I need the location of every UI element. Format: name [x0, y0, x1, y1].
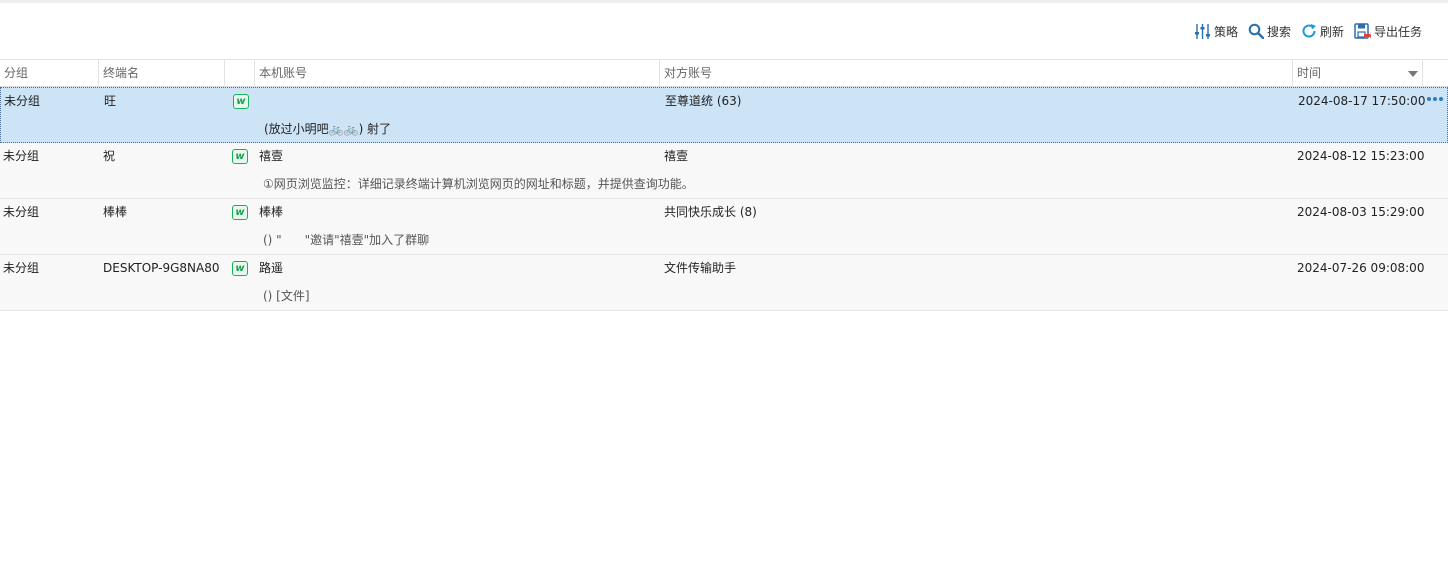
column-header-app[interactable] [225, 60, 255, 87]
column-header-local-account[interactable]: 本机账号 [255, 60, 660, 87]
row-time: 2024-08-12 15:23:00 [1297, 149, 1425, 163]
column-header-terminal-label: 终端名 [103, 66, 140, 80]
row-terminal: 旺 [104, 94, 117, 108]
row-time: 2024-07-26 09:08:00 [1297, 261, 1425, 275]
column-header-group-label: 分组 [4, 66, 29, 80]
row-group: 未分组 [3, 205, 40, 219]
table-row[interactable]: 未分组 棒棒 w 棒棒 共同快乐成长 (8) 2024-08-03 15:29:… [0, 199, 1448, 255]
export-icon [1354, 22, 1371, 39]
column-header-time[interactable]: 时间 [1293, 60, 1423, 87]
table-header: 分组 终端名 本机账号 对方账号 时间 [0, 59, 1448, 87]
wechat-icon: w [232, 149, 248, 164]
refresh-icon [1302, 24, 1316, 38]
row-terminal: 祝 [103, 149, 116, 163]
row-group: 未分组 [3, 149, 40, 163]
table-row[interactable]: 未分组 祝 w 禧壹 禧壹 2024-08-12 15:23:00 ①网页浏览监… [0, 143, 1448, 199]
row-time: 2024-08-17 17:50:00 [1298, 94, 1426, 108]
row-group: 未分组 [3, 261, 40, 275]
top-border [0, 0, 1448, 3]
table-row[interactable]: 未分组 旺 w 至尊道统 (63) 2024-08-17 17:50:00 (放… [0, 87, 1448, 143]
row-local-account: 禧壹 [259, 149, 284, 163]
search-icon [1248, 23, 1264, 39]
column-header-peer-account-label: 对方账号 [664, 66, 713, 80]
search-label: 搜索 [1266, 24, 1291, 39]
column-header-peer-account[interactable]: 对方账号 [660, 60, 1293, 87]
row-message: () " "邀请"禧壹"加入了群聊 [263, 233, 430, 247]
table-body: 未分组 旺 w 至尊道统 (63) 2024-08-17 17:50:00 (放… [0, 87, 1448, 311]
row-group: 未分组 [4, 94, 41, 108]
row-message: () [文件] [263, 289, 310, 303]
row-peer-account: 共同快乐成长 (8) [664, 205, 757, 219]
row-message: ①网页浏览监控：详细记录终端计算机浏览网页的网址和标题，并提供查询功能。 [263, 177, 694, 191]
row-local-account: 路遥 [259, 261, 284, 275]
row-time: 2024-08-03 15:29:00 [1297, 205, 1425, 219]
column-header-terminal[interactable]: 终端名 [99, 60, 225, 87]
wechat-icon: w [232, 261, 248, 276]
column-header-group[interactable]: 分组 [0, 60, 99, 87]
row-peer-account: 至尊道统 (63) [665, 94, 742, 108]
export-task-label: 导出任务 [1373, 24, 1422, 39]
sort-descending-icon[interactable] [1408, 71, 1418, 77]
refresh-label: 刷新 [1319, 24, 1344, 39]
column-header-local-account-label: 本机账号 [259, 66, 308, 80]
toolbar: 策略 搜索 刷新 导出任务 [1194, 20, 1422, 42]
search-button[interactable]: 搜索 [1248, 23, 1291, 40]
row-terminal: 棒棒 [103, 205, 128, 219]
refresh-button[interactable]: 刷新 [1301, 23, 1344, 40]
row-terminal: DESKTOP-9G8NA80 [103, 261, 220, 275]
wechat-icon: w [233, 94, 249, 109]
strategy-button[interactable]: 策略 [1194, 23, 1238, 40]
strategy-label: 策略 [1213, 24, 1238, 39]
sliders-icon [1194, 23, 1210, 39]
row-peer-account: 禧壹 [664, 149, 689, 163]
column-header-time-label: 时间 [1297, 66, 1322, 80]
table-row[interactable]: 未分组 DESKTOP-9G8NA80 w 路遥 文件传输助手 2024-07-… [0, 255, 1448, 311]
more-options-icon[interactable] [1427, 97, 1443, 101]
row-peer-account: 文件传输助手 [664, 261, 737, 275]
wechat-icon: w [232, 205, 248, 220]
export-task-button[interactable]: 导出任务 [1354, 22, 1422, 40]
row-message: (放过小明吧🚲🚲) 射了 [264, 122, 392, 136]
row-local-account: 棒棒 [259, 205, 284, 219]
